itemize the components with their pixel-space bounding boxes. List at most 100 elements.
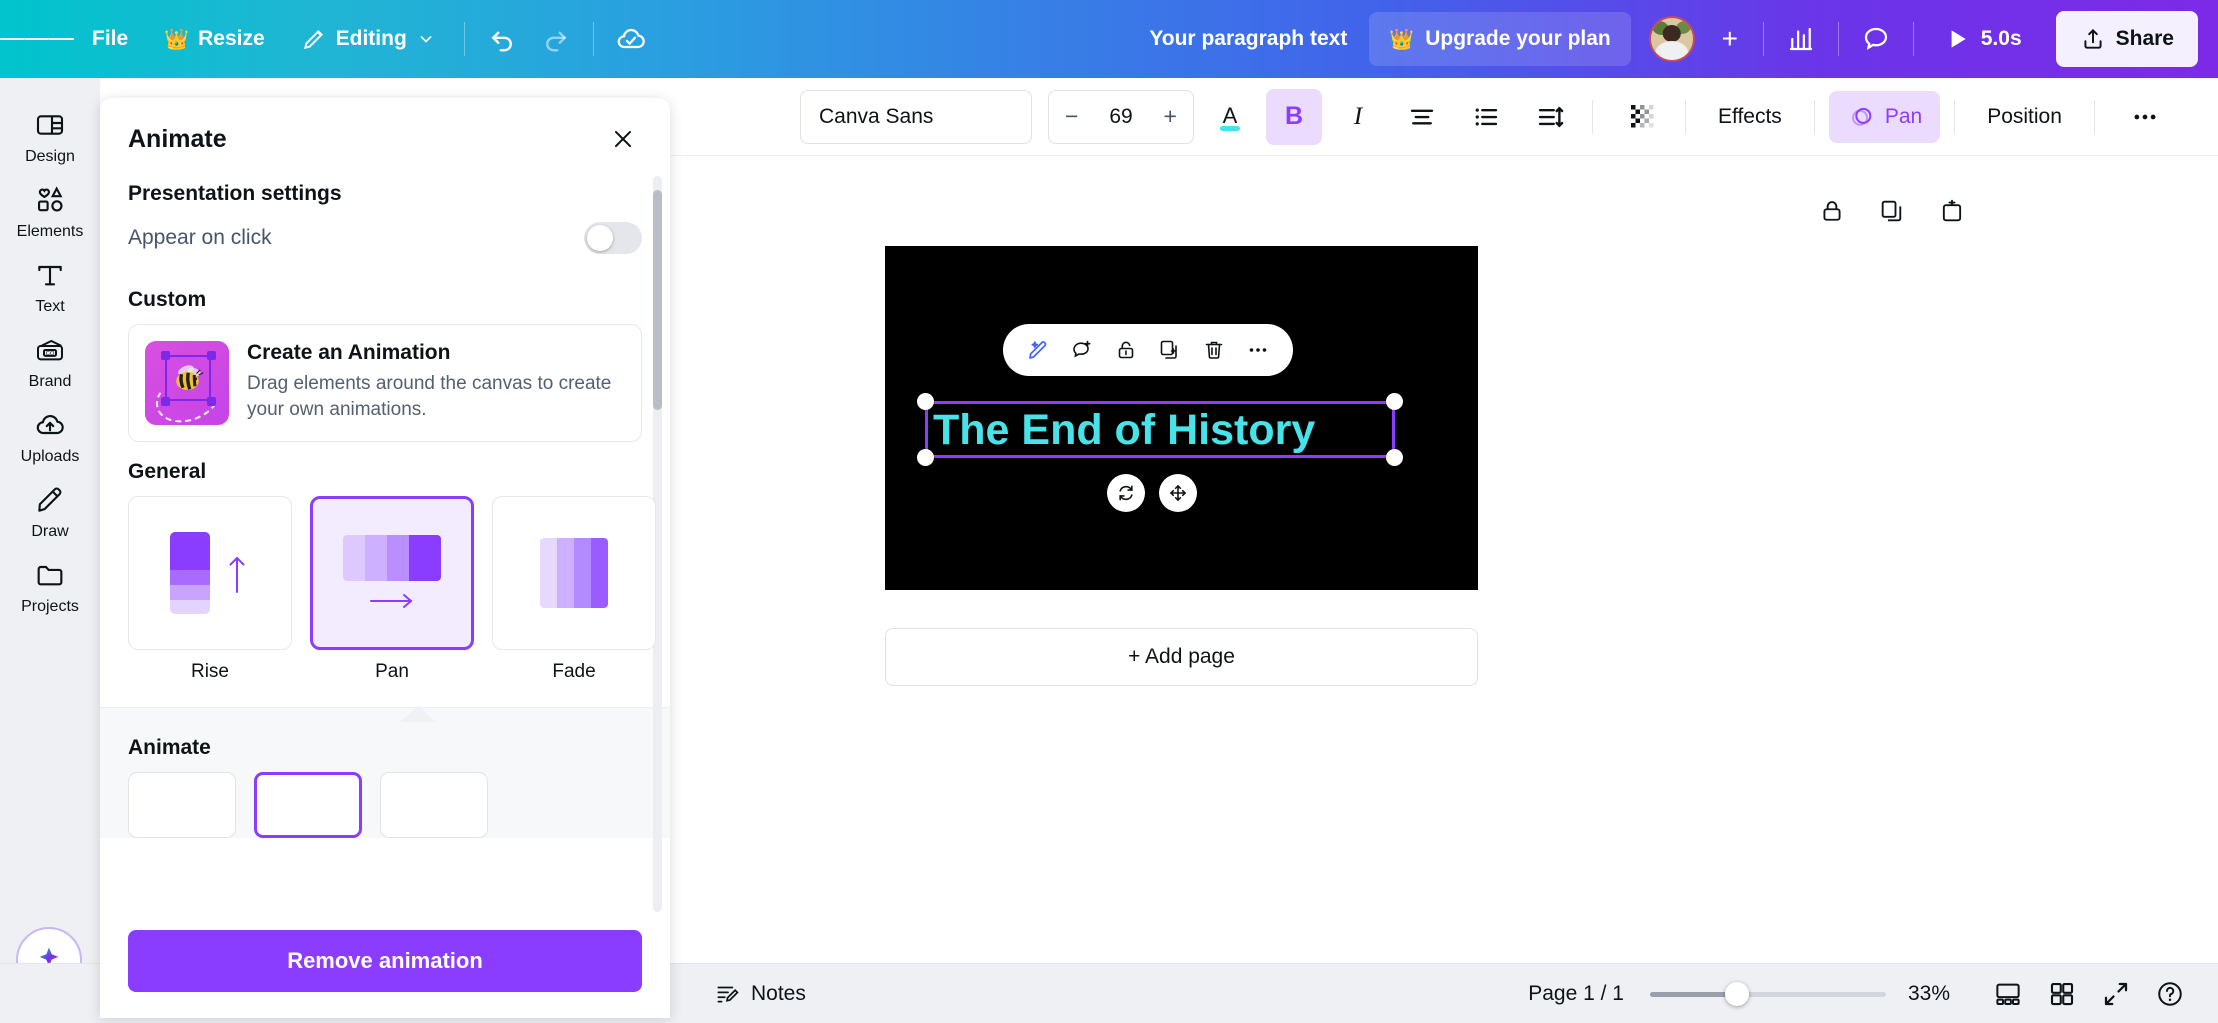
resize-handle-bl[interactable] (917, 449, 934, 466)
pencil-icon (301, 26, 327, 52)
animate-option[interactable] (128, 772, 236, 838)
insights-button[interactable] (1774, 14, 1828, 64)
delete-element-button[interactable] (1195, 331, 1233, 369)
resize-handle-tl[interactable] (917, 393, 934, 410)
position-button[interactable]: Position (1969, 91, 2080, 143)
sidebar-item-label: Elements (17, 223, 84, 241)
page-view-button[interactable] (1984, 974, 2032, 1014)
fade-bars (540, 538, 608, 608)
add-page-after-button[interactable] (1935, 194, 1969, 228)
magic-edit-button[interactable] (1019, 331, 1057, 369)
editing-mode-button[interactable]: Editing (283, 16, 454, 62)
sidebar-item-text[interactable]: Text (2, 250, 98, 322)
bold-button[interactable]: B (1266, 89, 1322, 145)
design-canvas[interactable]: The End of History (885, 246, 1478, 590)
add-page-button[interactable]: + Add page (885, 628, 1478, 686)
bee-animation-thumb (145, 341, 229, 425)
toggle-knob (587, 225, 613, 251)
plus-icon[interactable]: + (1164, 103, 1177, 130)
resize-handle-br[interactable] (1386, 449, 1403, 466)
comments-button[interactable] (1849, 14, 1903, 64)
divider (1685, 100, 1686, 134)
move-handle[interactable] (1159, 474, 1197, 512)
animate-option-selected[interactable] (254, 772, 362, 838)
create-animation-card[interactable]: Create an Animation Drag elements around… (128, 324, 642, 442)
sidebar-item-elements[interactable]: Elements (2, 175, 98, 247)
element-transform-tools (1107, 474, 1197, 512)
animate-button[interactable]: Pan (1829, 91, 1940, 143)
bar-chart-icon (1786, 24, 1816, 54)
share-button[interactable]: Share (2056, 11, 2198, 67)
animation-option-rise[interactable]: Rise (128, 496, 292, 683)
grid-view-button[interactable] (2038, 974, 2086, 1014)
svg-text:A: A (1223, 103, 1238, 128)
presentation-settings-heading: Presentation settings (128, 182, 642, 206)
duplicate-page-button[interactable] (1875, 194, 1909, 228)
general-heading: General (128, 460, 642, 484)
line-spacing-icon (1535, 102, 1565, 132)
more-options-button[interactable] (2117, 89, 2173, 145)
create-animation-title: Create an Animation (247, 341, 625, 365)
file-menu-button[interactable]: File (74, 16, 146, 62)
italic-button[interactable]: I (1330, 89, 1386, 145)
help-button[interactable] (2146, 974, 2194, 1014)
font-family-select[interactable]: Canva Sans (800, 90, 1032, 144)
scrollbar-thumb[interactable] (653, 190, 662, 410)
comment-icon (1861, 24, 1891, 54)
appear-on-click-row: Appear on click (128, 206, 642, 270)
text-color-button[interactable]: A (1202, 89, 1258, 145)
sidebar-item-uploads[interactable]: Uploads (2, 400, 98, 472)
shapes-icon (34, 184, 66, 216)
rise-animation-icon (128, 496, 292, 650)
sidebar-item-brand[interactable]: CO Brand (2, 325, 98, 397)
animation-option-label: Rise (128, 661, 292, 683)
zoom-slider-knob[interactable] (1725, 982, 1749, 1006)
animate-panel-footer: Remove animation (100, 912, 670, 1018)
notes-button[interactable]: Notes (714, 981, 806, 1007)
lock-element-button[interactable] (1107, 331, 1145, 369)
text-element-selection[interactable]: The End of History (925, 401, 1395, 458)
undo-button[interactable] (475, 14, 529, 64)
line-spacing-button[interactable] (1522, 89, 1578, 145)
duplicate-element-button[interactable] (1151, 331, 1189, 369)
sidebar-item-label: Draw (31, 523, 68, 541)
hamburger-icon[interactable] (0, 34, 74, 44)
document-title[interactable]: Your paragraph text (1127, 27, 1369, 51)
rotate-handle[interactable] (1107, 474, 1145, 512)
plus-icon: + (1722, 23, 1738, 55)
animation-option-fade[interactable]: Fade (492, 496, 656, 683)
zoom-level[interactable]: 33% (1908, 982, 1950, 1006)
transparency-button[interactable] (1615, 89, 1671, 145)
resize-handle-tr[interactable] (1386, 393, 1403, 410)
upgrade-plan-button[interactable]: 👑 Upgrade your plan (1369, 12, 1630, 66)
effects-button[interactable]: Effects (1700, 91, 1800, 143)
minus-icon[interactable]: − (1065, 103, 1078, 130)
sidebar-item-design[interactable]: Design (2, 100, 98, 172)
font-size-stepper[interactable]: − 69 + (1048, 90, 1194, 144)
animation-option-pan[interactable]: Pan (310, 496, 474, 683)
fade-animation-icon (492, 496, 656, 650)
close-icon (610, 126, 636, 152)
present-button[interactable]: 5.0s (1924, 13, 2042, 65)
rise-bars (170, 532, 210, 614)
remove-animation-button[interactable]: Remove animation (128, 930, 642, 992)
text-align-button[interactable] (1394, 89, 1450, 145)
animate-option[interactable] (380, 772, 488, 838)
close-button[interactable] (604, 120, 642, 158)
cloud-save-button[interactable] (604, 14, 658, 64)
zoom-slider[interactable] (1650, 984, 1886, 1004)
redo-button[interactable] (529, 14, 583, 64)
lock-page-button[interactable] (1815, 194, 1849, 228)
redo-icon (541, 24, 571, 54)
add-collaborator-button[interactable]: + (1707, 16, 1753, 62)
avatar[interactable] (1649, 16, 1695, 62)
sidebar-item-projects[interactable]: Projects (2, 550, 98, 622)
fullscreen-button[interactable] (2092, 974, 2140, 1014)
more-element-options-button[interactable] (1239, 331, 1277, 369)
appear-on-click-toggle[interactable] (584, 222, 642, 254)
sidebar-item-draw[interactable]: Draw (2, 475, 98, 547)
list-button[interactable] (1458, 89, 1514, 145)
resize-button[interactable]: 👑 Resize (146, 16, 282, 62)
canvas-text-element[interactable]: The End of History (933, 404, 1389, 456)
add-comment-button[interactable] (1063, 331, 1101, 369)
